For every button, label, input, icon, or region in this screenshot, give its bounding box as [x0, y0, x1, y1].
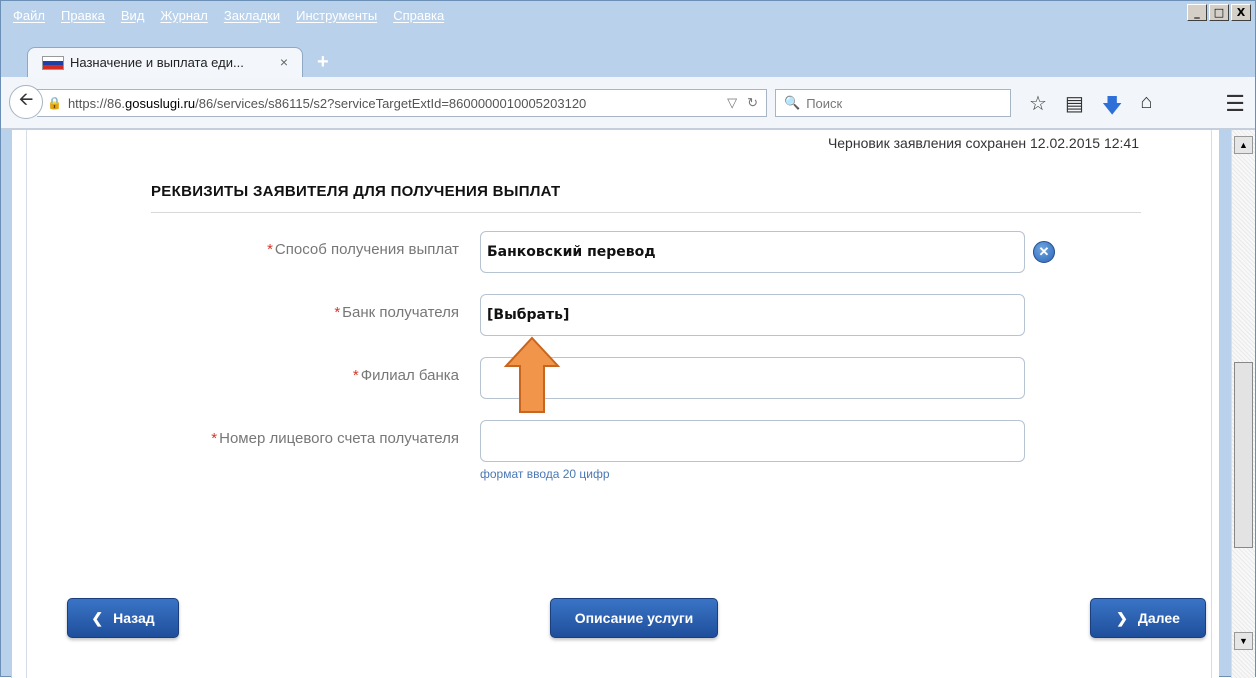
- menu-history[interactable]: Журнал: [152, 8, 215, 23]
- new-tab-button[interactable]: +: [317, 51, 329, 74]
- chevron-right-icon: ❯: [1116, 609, 1128, 626]
- scrollbar-thumb[interactable]: [1234, 362, 1253, 548]
- menu-edit[interactable]: Правка: [53, 8, 113, 23]
- browser-window: Файл Правка Вид Журнал Закладки Инструме…: [0, 0, 1256, 678]
- toolbar-icons: ☆ ▤ 🡇 ⌂: [1029, 91, 1153, 125]
- url-path: /86/services/s86115/s2?serviceTargetExtI…: [195, 95, 587, 111]
- vertical-scrollbar[interactable]: ▲ ▼: [1231, 130, 1255, 678]
- reload-icon[interactable]: ↻: [747, 95, 758, 111]
- lock-icon: 🔒: [47, 96, 62, 110]
- tab-active[interactable]: Назначение и выплата еди... ×: [27, 47, 303, 77]
- menu-help[interactable]: Справка: [385, 8, 452, 23]
- menu-bookmarks[interactable]: Закладки: [216, 8, 288, 23]
- address-bar[interactable]: 🔒 https://86. gosuslugi.ru/86/services/s8…: [37, 89, 767, 117]
- draft-status: Черновик заявления сохранен 12.02.2015 1…: [827, 135, 1139, 151]
- service-description-label: Описание услуги: [574, 610, 694, 626]
- section-title: РЕКВИЗИТЫ ЗАЯВИТЕЛЯ ДЛЯ ПОЛУЧЕНИЯ ВЫПЛАТ: [151, 183, 561, 200]
- field-label-text: Банк получателя: [342, 304, 459, 321]
- url-actions: ▽ ↻: [727, 95, 758, 111]
- page-content: Черновик заявления сохранен 12.02.2015 1…: [11, 130, 1219, 678]
- menu-view[interactable]: Вид: [113, 8, 153, 23]
- field-recipient-bank: * Банк получателя [Выбрать]: [27, 294, 1127, 336]
- account-number-input[interactable]: [480, 420, 1025, 462]
- field-label: * Номер лицевого счета получателя: [211, 430, 459, 447]
- chevron-left-icon: ❮: [91, 609, 104, 626]
- scroll-down-icon[interactable]: ▼: [1234, 632, 1253, 650]
- scroll-up-icon[interactable]: ▲: [1234, 136, 1253, 154]
- field-label-text: Способ получения выплат: [274, 241, 459, 258]
- field-label: * Филиал банка: [353, 367, 459, 384]
- tab-close-icon[interactable]: ×: [280, 54, 288, 70]
- required-mark: *: [211, 430, 218, 447]
- up-arrow-annotation-icon: [503, 336, 561, 413]
- menu-file[interactable]: Файл: [5, 8, 53, 23]
- field-bank-branch: * Филиал банка: [27, 357, 1127, 399]
- required-mark: *: [334, 304, 341, 321]
- required-mark: *: [352, 367, 359, 384]
- field-payment-method: * Способ получения выплат Банковский пере…: [27, 231, 1127, 273]
- back-arrow-icon[interactable]: 🡨: [9, 85, 43, 119]
- window-controls: _ □ X: [1187, 4, 1251, 21]
- back-button-label: Назад: [113, 610, 155, 626]
- service-description-button[interactable]: Описание услуги: [550, 598, 718, 638]
- url-dropdown-icon[interactable]: ▽: [727, 95, 737, 111]
- field-label: * Банк получателя: [334, 304, 459, 321]
- field-label-text: Номер лицевого счета получателя: [219, 430, 459, 447]
- maximize-button[interactable]: □: [1209, 4, 1229, 21]
- menu-hamburger-icon[interactable]: ☰: [1225, 91, 1245, 117]
- field-account-number: * Номер лицевого счета получателя: [27, 420, 1127, 462]
- search-input[interactable]: 🔍 Поиск: [775, 89, 1011, 117]
- bookmark-star-icon[interactable]: ☆: [1029, 91, 1047, 125]
- home-icon[interactable]: ⌂: [1140, 91, 1152, 125]
- navigation-bar: 🔒 https://86. gosuslugi.ru/86/services/s8…: [1, 77, 1255, 129]
- required-mark: *: [267, 241, 273, 258]
- menu-bar: Файл Правка Вид Журнал Закладки Инструме…: [5, 3, 1253, 27]
- search-placeholder: Поиск: [806, 95, 843, 111]
- url-prefix: https://86.: [67, 95, 126, 111]
- russian-flag-icon: [42, 55, 64, 70]
- section-divider: [151, 212, 1141, 213]
- next-button-label: Далее: [1137, 610, 1180, 626]
- field-label: * Способ получения выплат: [267, 241, 459, 258]
- back-button[interactable]: ❮ Назад: [67, 598, 179, 638]
- tab-bar: Назначение и выплата еди... × +: [5, 45, 1253, 77]
- account-format-hint: формат ввода 20 цифр: [480, 467, 610, 481]
- recipient-bank-select[interactable]: [Выбрать]: [480, 294, 1025, 336]
- tab-title: Назначение и выплата еди...: [70, 55, 244, 70]
- download-arrow-icon[interactable]: 🡇: [1102, 91, 1123, 125]
- field-label-text: Филиал банка: [360, 367, 459, 384]
- clear-icon[interactable]: ✕: [1033, 241, 1055, 263]
- next-button[interactable]: ❯ Далее: [1090, 598, 1206, 638]
- url-host: gosuslugi.ru: [125, 95, 196, 111]
- search-icon: 🔍: [784, 95, 801, 110]
- payment-method-select[interactable]: Банковский перевод: [480, 231, 1025, 273]
- minimize-button[interactable]: _: [1187, 4, 1207, 21]
- reading-list-icon[interactable]: ▤: [1065, 91, 1084, 125]
- form-panel: Черновик заявления сохранен 12.02.2015 1…: [26, 130, 1212, 678]
- menu-tools[interactable]: Инструменты: [288, 8, 385, 23]
- close-window-button[interactable]: X: [1231, 4, 1251, 21]
